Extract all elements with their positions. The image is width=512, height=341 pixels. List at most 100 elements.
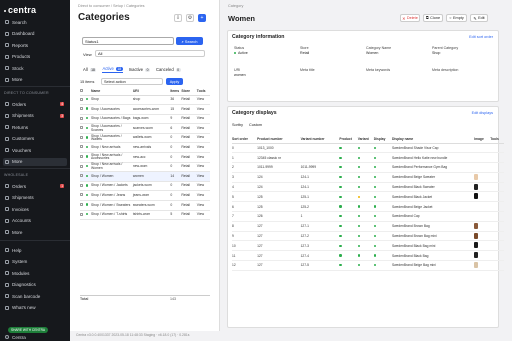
column-header[interactable]: Sort order [232, 136, 258, 144]
column-header[interactable]: URI [132, 88, 171, 96]
tools-cell[interactable] [490, 162, 504, 173]
apply-button[interactable]: Apply [166, 78, 183, 85]
view-link[interactable]: View [196, 95, 210, 106]
sidebar-item-diagnostics[interactable]: Diagnostics [3, 281, 67, 289]
view-link[interactable]: View [196, 171, 210, 182]
column-header[interactable]: Items [170, 88, 182, 96]
view-link[interactable]: View [196, 142, 210, 154]
table-row[interactable]: 11 127 127-4 SwedenBrand Black Bag [232, 250, 504, 262]
breadcrumb[interactable]: Direct to consumer / Setup / Categories [78, 4, 144, 8]
sidebar-item-more[interactable]: More [3, 228, 67, 236]
view-link[interactable]: View [196, 162, 210, 173]
empty-button[interactable]: ○ Empty [446, 14, 467, 22]
clone-button[interactable]: ⧉ Clone [423, 14, 443, 22]
table-row[interactable]: Shop / Accessories / Scarves scarves-wom 6… [80, 123, 210, 134]
display-name-link[interactable]: SwedenBrand Black Bag [391, 250, 475, 262]
sidebar-item-shipments[interactable]: Shipments 3 [3, 112, 67, 120]
table-row[interactable]: 9 127 127-2 SwedenBrand Brown Bag mini [232, 231, 504, 242]
search-input[interactable]: Status1 [82, 37, 174, 45]
view-link[interactable]: View [196, 123, 210, 134]
view-link[interactable]: View [196, 200, 210, 211]
row-checkbox[interactable] [80, 155, 83, 159]
tools-cell[interactable] [490, 191, 504, 203]
sidebar-item-returns[interactable]: Returns [3, 123, 67, 131]
tools-cell[interactable] [490, 211, 504, 222]
column-header[interactable]: Tools [490, 136, 504, 144]
sidebar-item-dashboard[interactable]: Dashboard [3, 30, 67, 38]
tools-cell[interactable] [490, 260, 504, 271]
table-row[interactable]: 2 1011-9999 1011-9999 SwedenBrand Performan… [232, 162, 504, 173]
display-name-link[interactable]: SwedenBrand Hello Katie new bundle [391, 152, 475, 164]
tools-cell[interactable] [490, 240, 504, 252]
sidebar-item-more[interactable]: More [3, 157, 67, 166]
column-header[interactable]: Name [91, 88, 133, 96]
search-button[interactable]: ⌕ Search [176, 37, 203, 45]
sidebar-item-shipments[interactable]: Shipments [3, 194, 67, 202]
table-row[interactable]: Shop / New arrivals new-arrivals 0 Retail Vi… [80, 142, 210, 154]
table-row[interactable]: 0 1013_1000 SwedenBrand Shade Visor Cap [232, 143, 504, 154]
view-select[interactable]: All [95, 50, 205, 57]
view-link[interactable]: View [196, 152, 210, 163]
sidebar-item-accounts[interactable]: Accounts [3, 217, 67, 225]
sidebar-item-more[interactable]: More [3, 76, 67, 84]
detail-breadcrumb[interactable]: Category [228, 4, 243, 8]
sidebar-item-modules[interactable]: Modules [3, 269, 67, 277]
display-name-link[interactable]: SwedenBrand Brown Bag mini [391, 231, 475, 242]
display-name-link[interactable]: SwedenBrand Beige Jacket [391, 201, 475, 213]
table-row[interactable]: Shop / New arrivals / Accessories new-acc… [80, 152, 210, 163]
display-name-link[interactable]: SwedenBrand Black Jacket [391, 191, 475, 203]
table-row[interactable]: 3 124 124-1 SwedenBrand Beige Sweater [232, 172, 504, 183]
row-checkbox[interactable] [80, 126, 83, 130]
tools-cell[interactable] [490, 250, 504, 262]
centra-logo[interactable]: centra [3, 5, 36, 15]
display-name-link[interactable]: SwedenBrand Beige Sweater [391, 172, 475, 183]
view-link[interactable]: View [196, 210, 210, 221]
sidebar-item-stock[interactable]: Stock [3, 64, 67, 72]
sidebar-item-help[interactable]: Help [3, 246, 67, 254]
tools-cell[interactable] [490, 172, 504, 183]
edit-sort-order-link[interactable]: Edit sort order [469, 35, 493, 39]
sidebar-item-invoices[interactable]: Invoices [3, 205, 67, 213]
tab-active[interactable]: Active 18 [102, 66, 123, 73]
row-checkbox[interactable] [80, 212, 83, 216]
tab-all[interactable]: All 18 [83, 66, 97, 73]
select-all-checkbox[interactable] [80, 89, 83, 93]
tab-sortby[interactable]: Sortby [232, 123, 243, 127]
table-row[interactable]: 1 12345 classic nr SwedenBrand Hello Katie… [232, 152, 504, 164]
user-menu[interactable]: Centra [3, 333, 67, 341]
tools-cell[interactable] [490, 201, 504, 213]
display-name-link[interactable]: SwedenBrand Beige Bag mini [391, 260, 475, 271]
row-checkbox[interactable] [80, 164, 83, 168]
sidebar-item-what-s-new[interactable]: What's new [3, 304, 67, 312]
sidebar-item-customers[interactable]: Customers [3, 135, 67, 143]
display-name-link[interactable]: SwedenBrand Shade Visor Cap [391, 143, 475, 154]
tools-cell[interactable] [490, 152, 504, 164]
column-header[interactable]: Store [181, 88, 197, 96]
delete-button[interactable]: ✕ Delete [400, 14, 420, 22]
display-name-link[interactable]: SwedenBrand Cap [391, 211, 475, 222]
table-row[interactable]: 7 126 1 SwedenBrand Cap [232, 211, 504, 222]
view-link[interactable]: View [196, 114, 210, 125]
table-row[interactable]: Shop / Accessories / Wallets wallets-wom 0… [80, 133, 210, 144]
display-name-link[interactable]: SwedenBrand Brown Bag [391, 221, 475, 232]
row-checkbox[interactable] [80, 97, 83, 101]
view-link[interactable]: View [196, 181, 210, 192]
sidebar-item-system[interactable]: System [3, 258, 67, 266]
column-header[interactable]: Display [373, 136, 392, 144]
view-link[interactable]: View [196, 190, 210, 202]
table-row[interactable]: 10 127 127-3 SwedenBrand Black Bag mini [232, 240, 504, 252]
row-checkbox[interactable] [80, 135, 83, 139]
tab-inactive[interactable]: Inactive 0 [129, 66, 150, 73]
column-header[interactable]: Product [339, 136, 358, 144]
display-name-link[interactable]: SwedenBrand Performance Gym Bag [391, 162, 475, 173]
tools-cell[interactable] [490, 231, 504, 242]
sidebar-item-vouchers[interactable]: Vouchers [3, 146, 67, 154]
table-row[interactable]: Shop shop 36 Retail View [80, 95, 210, 106]
table-row[interactable]: Shop / Accessories / Bags bags-wom 9 Retail… [80, 114, 210, 125]
tab-canceled[interactable]: Canceled 0 [156, 66, 181, 73]
sidebar-item-scan-barcode[interactable]: Scan barcode [3, 292, 67, 300]
table-row[interactable]: 4 124 124-1 SwedenBrand Black Sweater [232, 182, 504, 193]
sidebar-item-orders[interactable]: Orders 1 [3, 182, 67, 190]
export-button[interactable]: ⇩ [174, 14, 182, 22]
table-row[interactable]: Shop / Women / Sweaters sweaters-wom 0 Reta… [80, 200, 210, 211]
